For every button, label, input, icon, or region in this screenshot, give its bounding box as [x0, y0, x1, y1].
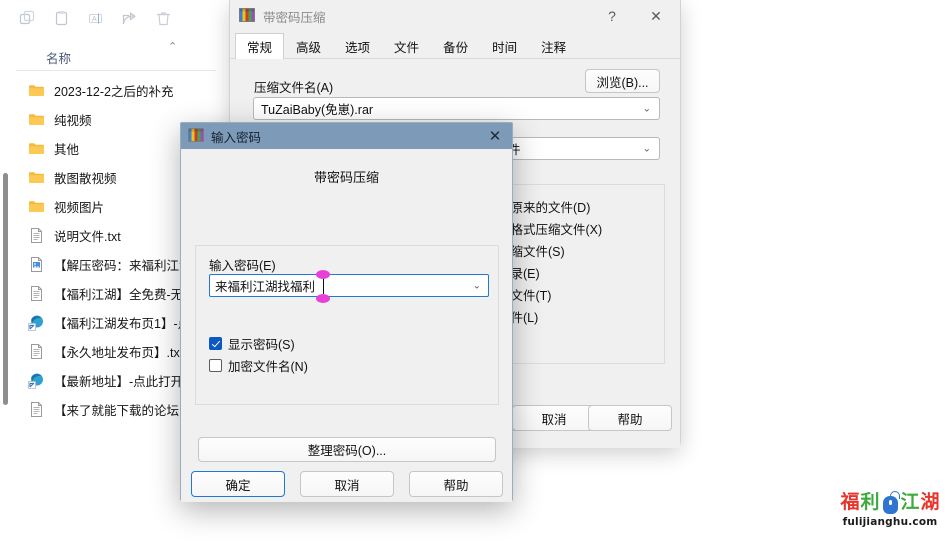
tab-1[interactable]: 高级 — [284, 33, 333, 58]
watermark-char-4: 湖 — [921, 493, 940, 512]
shortcut-icon — [28, 372, 45, 389]
image-icon — [28, 256, 45, 273]
help-icon[interactable]: ? — [590, 1, 634, 31]
folder-icon — [28, 140, 45, 157]
explorer-scrollbar[interactable] — [0, 36, 12, 541]
file-name: 【福利江湖】全免费-无 — [54, 284, 183, 303]
column-header-name[interactable]: 名称 — [46, 48, 71, 67]
folder-icon — [28, 198, 45, 215]
archive-name-combo[interactable]: TuZaiBaby(免崽).rar ⌄ — [253, 97, 660, 120]
selection-handle-top-icon[interactable] — [316, 270, 330, 279]
tab-6[interactable]: 注释 — [529, 33, 578, 58]
folder-icon — [28, 111, 45, 128]
show-password-label: 显示密码(S) — [228, 334, 295, 353]
rename-icon[interactable]: A — [78, 3, 112, 33]
file-name: 散图散视频 — [54, 168, 117, 187]
tab-5[interactable]: 时间 — [480, 33, 529, 58]
archive-name-value: TuZaiBaby(免崽).rar — [261, 99, 373, 118]
chevron-down-icon[interactable]: ⌄ — [643, 103, 651, 114]
winrar-titlebar: 带密码压缩 ? ✕ — [230, 0, 680, 32]
password-group: 输入密码(E) 来福利江湖找福利 ⌄ 显示密码(S) 加密文件名(N) — [195, 245, 499, 405]
winrar-icon — [239, 7, 255, 26]
tab-2[interactable]: 选项 — [333, 33, 382, 58]
file-name: 【来了就能下载的论坛, — [54, 400, 182, 419]
tab-0[interactable]: 常规 — [235, 33, 284, 59]
password-dialog: 输入密码 ✕ 带密码压缩 输入密码(E) 来福利江湖找福利 ⌄ 显示密码(S) — [180, 122, 513, 501]
file-name: 【解压密码：来福利江湖 — [54, 255, 192, 274]
nav-divider — [13, 36, 14, 541]
file-name: 说明文件.txt — [54, 226, 121, 245]
password-input-label: 输入密码(E) — [209, 255, 276, 274]
encrypt-filenames-label: 加密文件名(N) — [228, 356, 308, 375]
text-caret — [323, 278, 324, 294]
file-name: 其他 — [54, 139, 79, 158]
winrar-help-button[interactable]: 帮助 — [588, 405, 672, 431]
ok-button[interactable]: 确定 — [191, 471, 285, 497]
screen-root: A 名称 ⌃ 2023-12-2之后的补充纯视频其他散图散视频视频图片说明文件.… — [0, 0, 951, 541]
mouse-icon — [883, 492, 898, 514]
share-icon[interactable] — [112, 3, 146, 33]
archive-option-1[interactable]: 压格式压缩文件(X) — [498, 219, 602, 238]
archive-name-label: 压缩文件名(A) — [254, 77, 333, 96]
folder-icon — [28, 82, 45, 99]
svg-text:A: A — [92, 16, 97, 23]
chevron-down-icon[interactable]: ⌄ — [473, 280, 481, 291]
update-mode-combo[interactable]: 件 ⌄ — [500, 137, 660, 160]
scrollbar-thumb[interactable] — [3, 173, 8, 405]
checkbox-box[interactable] — [209, 337, 222, 350]
password-input[interactable]: 来福利江湖找福利 ⌄ — [209, 274, 489, 297]
text-icon — [28, 227, 45, 244]
chevron-down-icon[interactable]: ⌄ — [643, 143, 651, 154]
checkbox-box[interactable] — [209, 359, 222, 372]
winrar-icon — [188, 127, 204, 146]
winrar-title-buttons: ? ✕ — [590, 0, 678, 32]
site-watermark: 福 利 江 湖 fulijianghu.com — [836, 489, 944, 536]
password-help-button[interactable]: 帮助 — [409, 471, 503, 497]
file-name: 【永久地址发布页】.txt — [54, 342, 183, 361]
text-icon — [28, 401, 45, 418]
watermark-char-3: 江 — [901, 493, 920, 512]
encrypt-filenames-checkbox[interactable]: 加密文件名(N) — [209, 356, 308, 375]
show-password-checkbox[interactable]: 显示密码(S) — [209, 334, 295, 353]
close-icon[interactable]: ✕ — [634, 1, 678, 31]
close-icon[interactable]: ✕ — [478, 123, 512, 149]
tab-3[interactable]: 文件 — [382, 33, 431, 58]
password-dialog-title-text: 输入密码 — [211, 127, 261, 146]
file-name: 【最新地址】-点此打开 — [54, 371, 183, 390]
tab-4[interactable]: 备份 — [431, 33, 480, 58]
password-dialog-heading: 带密码压缩 — [181, 167, 512, 186]
text-icon — [28, 343, 45, 360]
watermark-site: fulijianghu.com — [836, 516, 944, 528]
organize-passwords-button[interactable]: 整理密码(O)... — [198, 437, 496, 462]
list-column-header: 名称 ⌃ — [16, 40, 216, 71]
winrar-title-text: 带密码压缩 — [263, 7, 326, 26]
copy-icon[interactable] — [10, 3, 44, 33]
paste-icon[interactable] — [44, 3, 78, 33]
file-name: 纯视频 — [54, 110, 92, 129]
watermark-char-1: 福 — [840, 493, 859, 512]
watermark-logo-row: 福 利 江 湖 — [836, 489, 944, 516]
watermark-char-2: 利 — [860, 493, 879, 512]
folder-icon — [28, 169, 45, 186]
file-name: 2023-12-2之后的补充 — [54, 81, 174, 100]
shortcut-icon — [28, 314, 45, 331]
delete-icon[interactable] — [146, 3, 180, 33]
password-dialog-footer: 确定 取消 帮助 — [181, 471, 512, 499]
password-input-value: 来福利江湖找福利 — [215, 276, 315, 295]
file-name: 【福利江湖发布页1】-点 — [54, 313, 190, 332]
file-row[interactable]: 2023-12-2之后的补充 — [16, 76, 226, 105]
password-dialog-body: 带密码压缩 输入密码(E) 来福利江湖找福利 ⌄ 显示密码(S) 加密文件名(N… — [181, 149, 512, 502]
selection-handle-bottom-icon[interactable] — [316, 294, 330, 303]
winrar-cancel-button[interactable]: 取消 — [512, 405, 596, 431]
sort-ascending-icon[interactable]: ⌃ — [168, 42, 177, 53]
password-cancel-button[interactable]: 取消 — [300, 471, 394, 497]
winrar-tabstrip: 常规高级选项文件备份时间注释 — [230, 33, 680, 59]
file-name: 视频图片 — [54, 197, 104, 216]
text-icon — [28, 285, 45, 302]
browse-button[interactable]: 浏览(B)... — [585, 69, 660, 93]
password-dialog-titlebar: 输入密码 ✕ — [181, 123, 512, 149]
